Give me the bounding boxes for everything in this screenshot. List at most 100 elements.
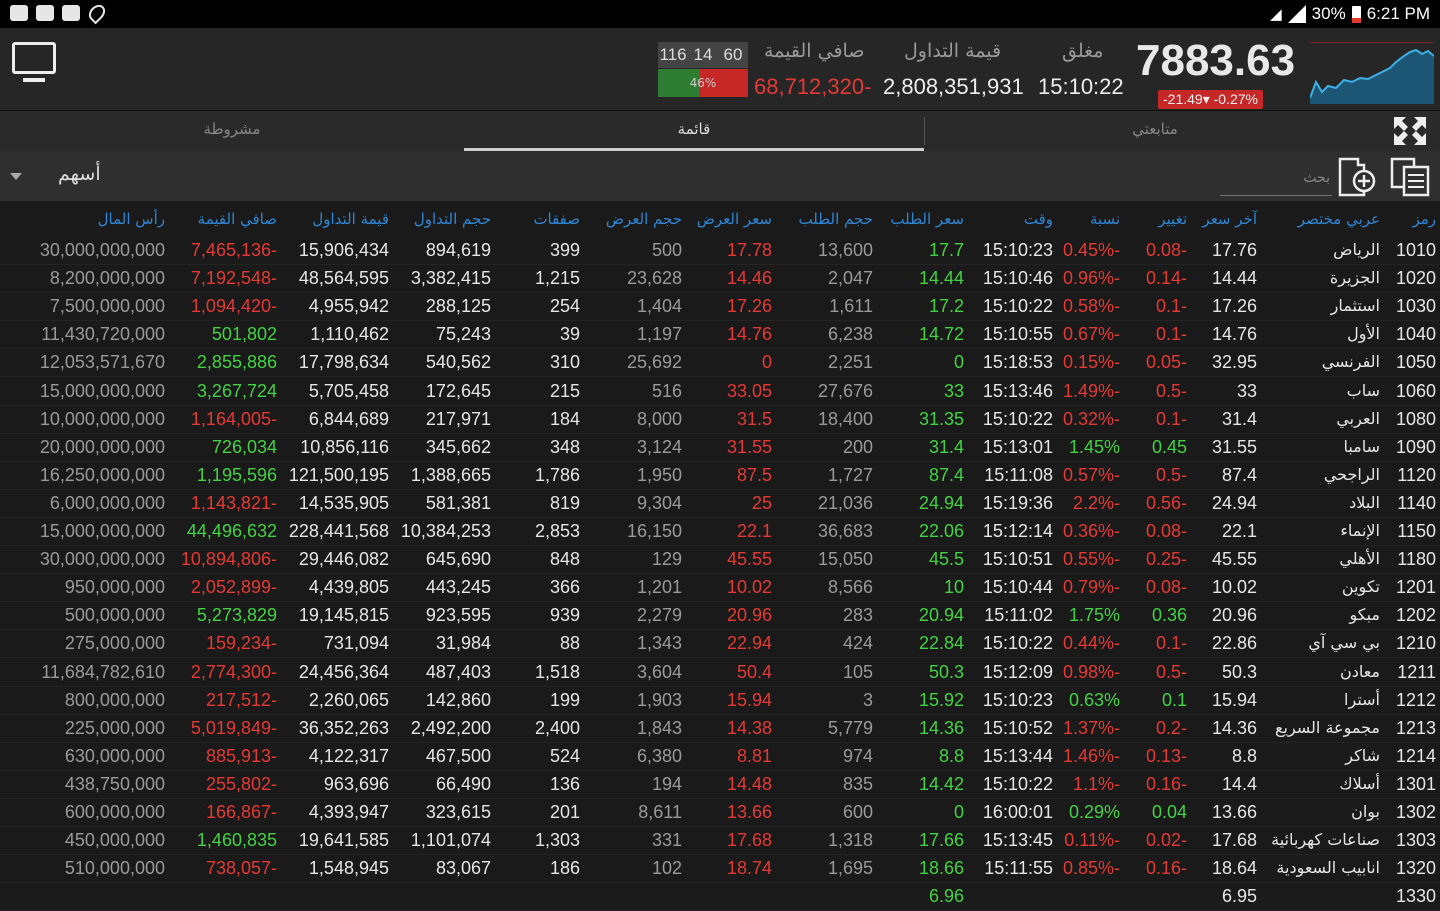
cell-trades: 186	[549, 858, 580, 879]
table-row[interactable]: 1010 الرياض 17.76 0.08- 0.45%- 15:10:23 17.7 13…	[0, 236, 1440, 265]
cell-capital: 950,000,000	[64, 577, 165, 598]
table-row[interactable]: 1330 6.95 6.96	[0, 882, 1440, 911]
table-header: رمز عربي مختصر آخر سعر تغيير نسبة وقت سعر الطل…	[0, 202, 1440, 236]
table-row[interactable]: 1210 بي سي آي 22.86 0.1- 0.44%- 15:10:22 22.84…	[0, 629, 1440, 659]
add-document-icon[interactable]	[1336, 157, 1376, 197]
table-row[interactable]: 1120 الراجحي 87.4 0.5- 0.57%- 15:11:08 87.4 1,7…	[0, 461, 1440, 490]
cell-trades: 819	[549, 492, 580, 513]
cell-ask-price: 20.96	[726, 605, 772, 626]
cell-trades: 88	[559, 633, 580, 654]
cell-capital: 8,200,000,000	[49, 268, 165, 289]
cell-capital: 6,000,000,000	[49, 492, 165, 513]
column-header-volume[interactable]: حجم التداول	[371, 202, 491, 236]
trade-value: 2,808,351,931	[883, 74, 1024, 99]
table-row[interactable]: 1213 مجموعة السريع 14.36 0.2- 1.37%- 15:10:52…	[0, 714, 1440, 743]
tab-list[interactable]: قائمة	[464, 111, 924, 151]
cell-trades: 524	[549, 745, 580, 766]
cell-bid-volume: 36,683	[817, 521, 873, 541]
cell-ask-price: 17.26	[726, 296, 772, 317]
index-value: 7883.63	[1136, 36, 1296, 85]
cell-bid-price: 50.3	[928, 661, 964, 682]
market-status-label: مغلق	[1062, 40, 1104, 62]
cell-trades: 254	[549, 296, 580, 317]
tab-bar: مشروطة قائمة متابعتي	[0, 111, 1440, 151]
table-row[interactable]: 1090 سامبا 31.55 0.45 1.45% 15:13:01 31.4 200 31…	[0, 433, 1440, 462]
table-row[interactable]: 1320 انابيب السعودية 18.64 0.16- 0.85%- 15:11…	[0, 854, 1440, 884]
column-header-ask-price[interactable]: سعر العرض	[682, 202, 772, 236]
table-row[interactable]: 1140 البلاد 24.94 0.56- 2.2%- 15:19:36 24.94 21…	[0, 489, 1440, 518]
cell-bid-volume: 1,727	[827, 464, 873, 485]
cell-capital: 30,000,000,000	[39, 240, 165, 260]
expand-icon[interactable]	[1392, 115, 1428, 147]
monitor-icon[interactable]	[12, 42, 56, 82]
column-header-bid-price[interactable]: سعر الطلب	[880, 202, 964, 236]
table-row[interactable]: 1150 الإنماء 22.1 0.08- 0.36%- 15:12:14 22.06 3…	[0, 517, 1440, 546]
cell-ask-price: 50.4	[736, 661, 772, 682]
cell-bid-volume: 5,779	[827, 717, 873, 738]
column-header-net-value[interactable]: صافي القيمة	[147, 202, 277, 236]
gallery-notification-icon	[10, 5, 28, 21]
cell-bid-price: 20.94	[918, 605, 964, 626]
cell-bid-price: 14.72	[918, 324, 964, 345]
table-row[interactable]: 1214 شاكر 8.8 0.13- 1.46%- 15:13:44 8.8 974 8.81…	[0, 742, 1440, 771]
table-row[interactable]: 1201 تكوين 10.02 0.08- 0.79%- 15:10:44 10 8,566…	[0, 573, 1440, 603]
tab-watchlist[interactable]: متابعتي	[925, 111, 1385, 151]
cell-capital: 438,750,000	[64, 773, 165, 794]
table-row[interactable]: 1212 أسترا 15.94 0.1 0.63% 15:10:23 15.92 3 15.9…	[0, 686, 1440, 715]
cell-bid-volume: 13,600	[817, 240, 873, 260]
cell-bid-price: 17.2	[928, 296, 964, 317]
cell-bid-price: 31.4	[928, 436, 964, 457]
cell-bid-volume: 1,318	[827, 830, 873, 851]
table-row[interactable]: 1060 ساب 33 0.5- 1.49%- 15:13:46 33 27,676 33.05…	[0, 377, 1440, 406]
cell-bid-volume: 18,400	[817, 408, 873, 429]
cell-ask-price: 31.5	[736, 408, 772, 429]
cell-bid-volume: 27,676	[817, 380, 873, 401]
table-row[interactable]: 1302 بوان 13.66 0.04 0.29% 16:00:01 0 600 13.66 8…	[0, 798, 1440, 827]
table-row[interactable]: 1303 صناعات كهربائية 17.68 0.02- 0.11%- 15:13…	[0, 826, 1440, 856]
cell-capital: 510,000,000	[64, 858, 165, 879]
cell-bid-price: 0	[953, 352, 964, 373]
cell-bid-volume: 200	[842, 436, 873, 457]
index-sparkline[interactable]	[1310, 42, 1434, 104]
column-header-last-price[interactable]: آخر سعر	[1177, 202, 1257, 236]
search-input[interactable]	[1220, 161, 1332, 196]
dropdown-arrow-icon[interactable]	[10, 173, 22, 180]
cell-capital: 12,053,571,670	[39, 352, 165, 373]
paste-icon[interactable]	[1388, 157, 1432, 197]
cell-trades: 136	[549, 773, 580, 794]
table-row[interactable]: 1040 الأول 14.76 0.1- 0.67%- 15:10:55 14.72 6,2…	[0, 320, 1440, 350]
cell-bid-volume: 6,238	[827, 324, 873, 345]
table-row[interactable]: 1030 استثمار 17.26 0.1- 0.58%- 15:10:22 17.2 1,…	[0, 292, 1440, 322]
cell-trades: 1,786	[534, 464, 580, 485]
column-header-capital[interactable]: رأس المال	[0, 202, 165, 236]
column-header-trades[interactable]: صفقات	[500, 202, 580, 236]
wifi-icon: ◢	[1270, 6, 1282, 23]
cell-capital: 275,000,000	[64, 633, 165, 654]
table-row[interactable]: 1301 أسلاك 14.4 0.16- 1.1%- 15:10:22 14.42 835 1…	[0, 770, 1440, 799]
cell-ask-price: 14.48	[726, 773, 772, 794]
cell-trades: 366	[549, 577, 580, 598]
table-row[interactable]: 1050 الفرنسي 32.95 0.05- 0.15%- 15:18:53 0 2,25…	[0, 348, 1440, 378]
cell-trades: 310	[549, 352, 580, 373]
column-header-time[interactable]: وقت	[953, 202, 1053, 236]
advancers-decliners-counts: 116 14 60	[658, 42, 748, 68]
cell-capital: 600,000,000	[64, 802, 165, 822]
cell-trades: 399	[549, 240, 580, 260]
table-row[interactable]: 1202 مبكو 20.96 0.36 1.75% 15:11:02 20.94 283 20…	[0, 601, 1440, 631]
cell-ask-price: 14.38	[726, 717, 772, 738]
table-row[interactable]: 1020 الجزيرة 14.44 0.14- 0.96%- 15:10:46 14.44…	[0, 264, 1440, 294]
count-c: 60	[723, 45, 743, 64]
market-filter-select[interactable]: أسهم	[58, 163, 101, 185]
cell-bid-price: 14.42	[918, 773, 964, 794]
market-summary-header: 116 14 60 46% صافي القيمة 68,712,320- قي…	[0, 28, 1440, 111]
column-header-name[interactable]: عربي مختصر	[1240, 202, 1380, 236]
column-header-ask-volume[interactable]: حجم العرض	[570, 202, 682, 236]
table-row[interactable]: 1211 معادن 50.3 0.5- 0.98%- 15:12:09 50.3 105 50…	[0, 658, 1440, 687]
table-row[interactable]: 1180 الأهلي 45.55 0.25- 0.55%- 15:10:51 45.5 15…	[0, 545, 1440, 575]
tab-conditional[interactable]: مشروطة	[0, 111, 464, 151]
cell-ask-price: 14.46	[726, 268, 772, 289]
cell-bid-volume: 1,695	[827, 858, 873, 879]
column-header-bid-volume[interactable]: حجم الطلب	[767, 202, 873, 236]
table-row[interactable]: 1080 العربي 31.4 0.1- 0.32%- 15:10:22 31.35 18,…	[0, 405, 1440, 434]
cell-ask-price: 17.78	[726, 240, 772, 260]
